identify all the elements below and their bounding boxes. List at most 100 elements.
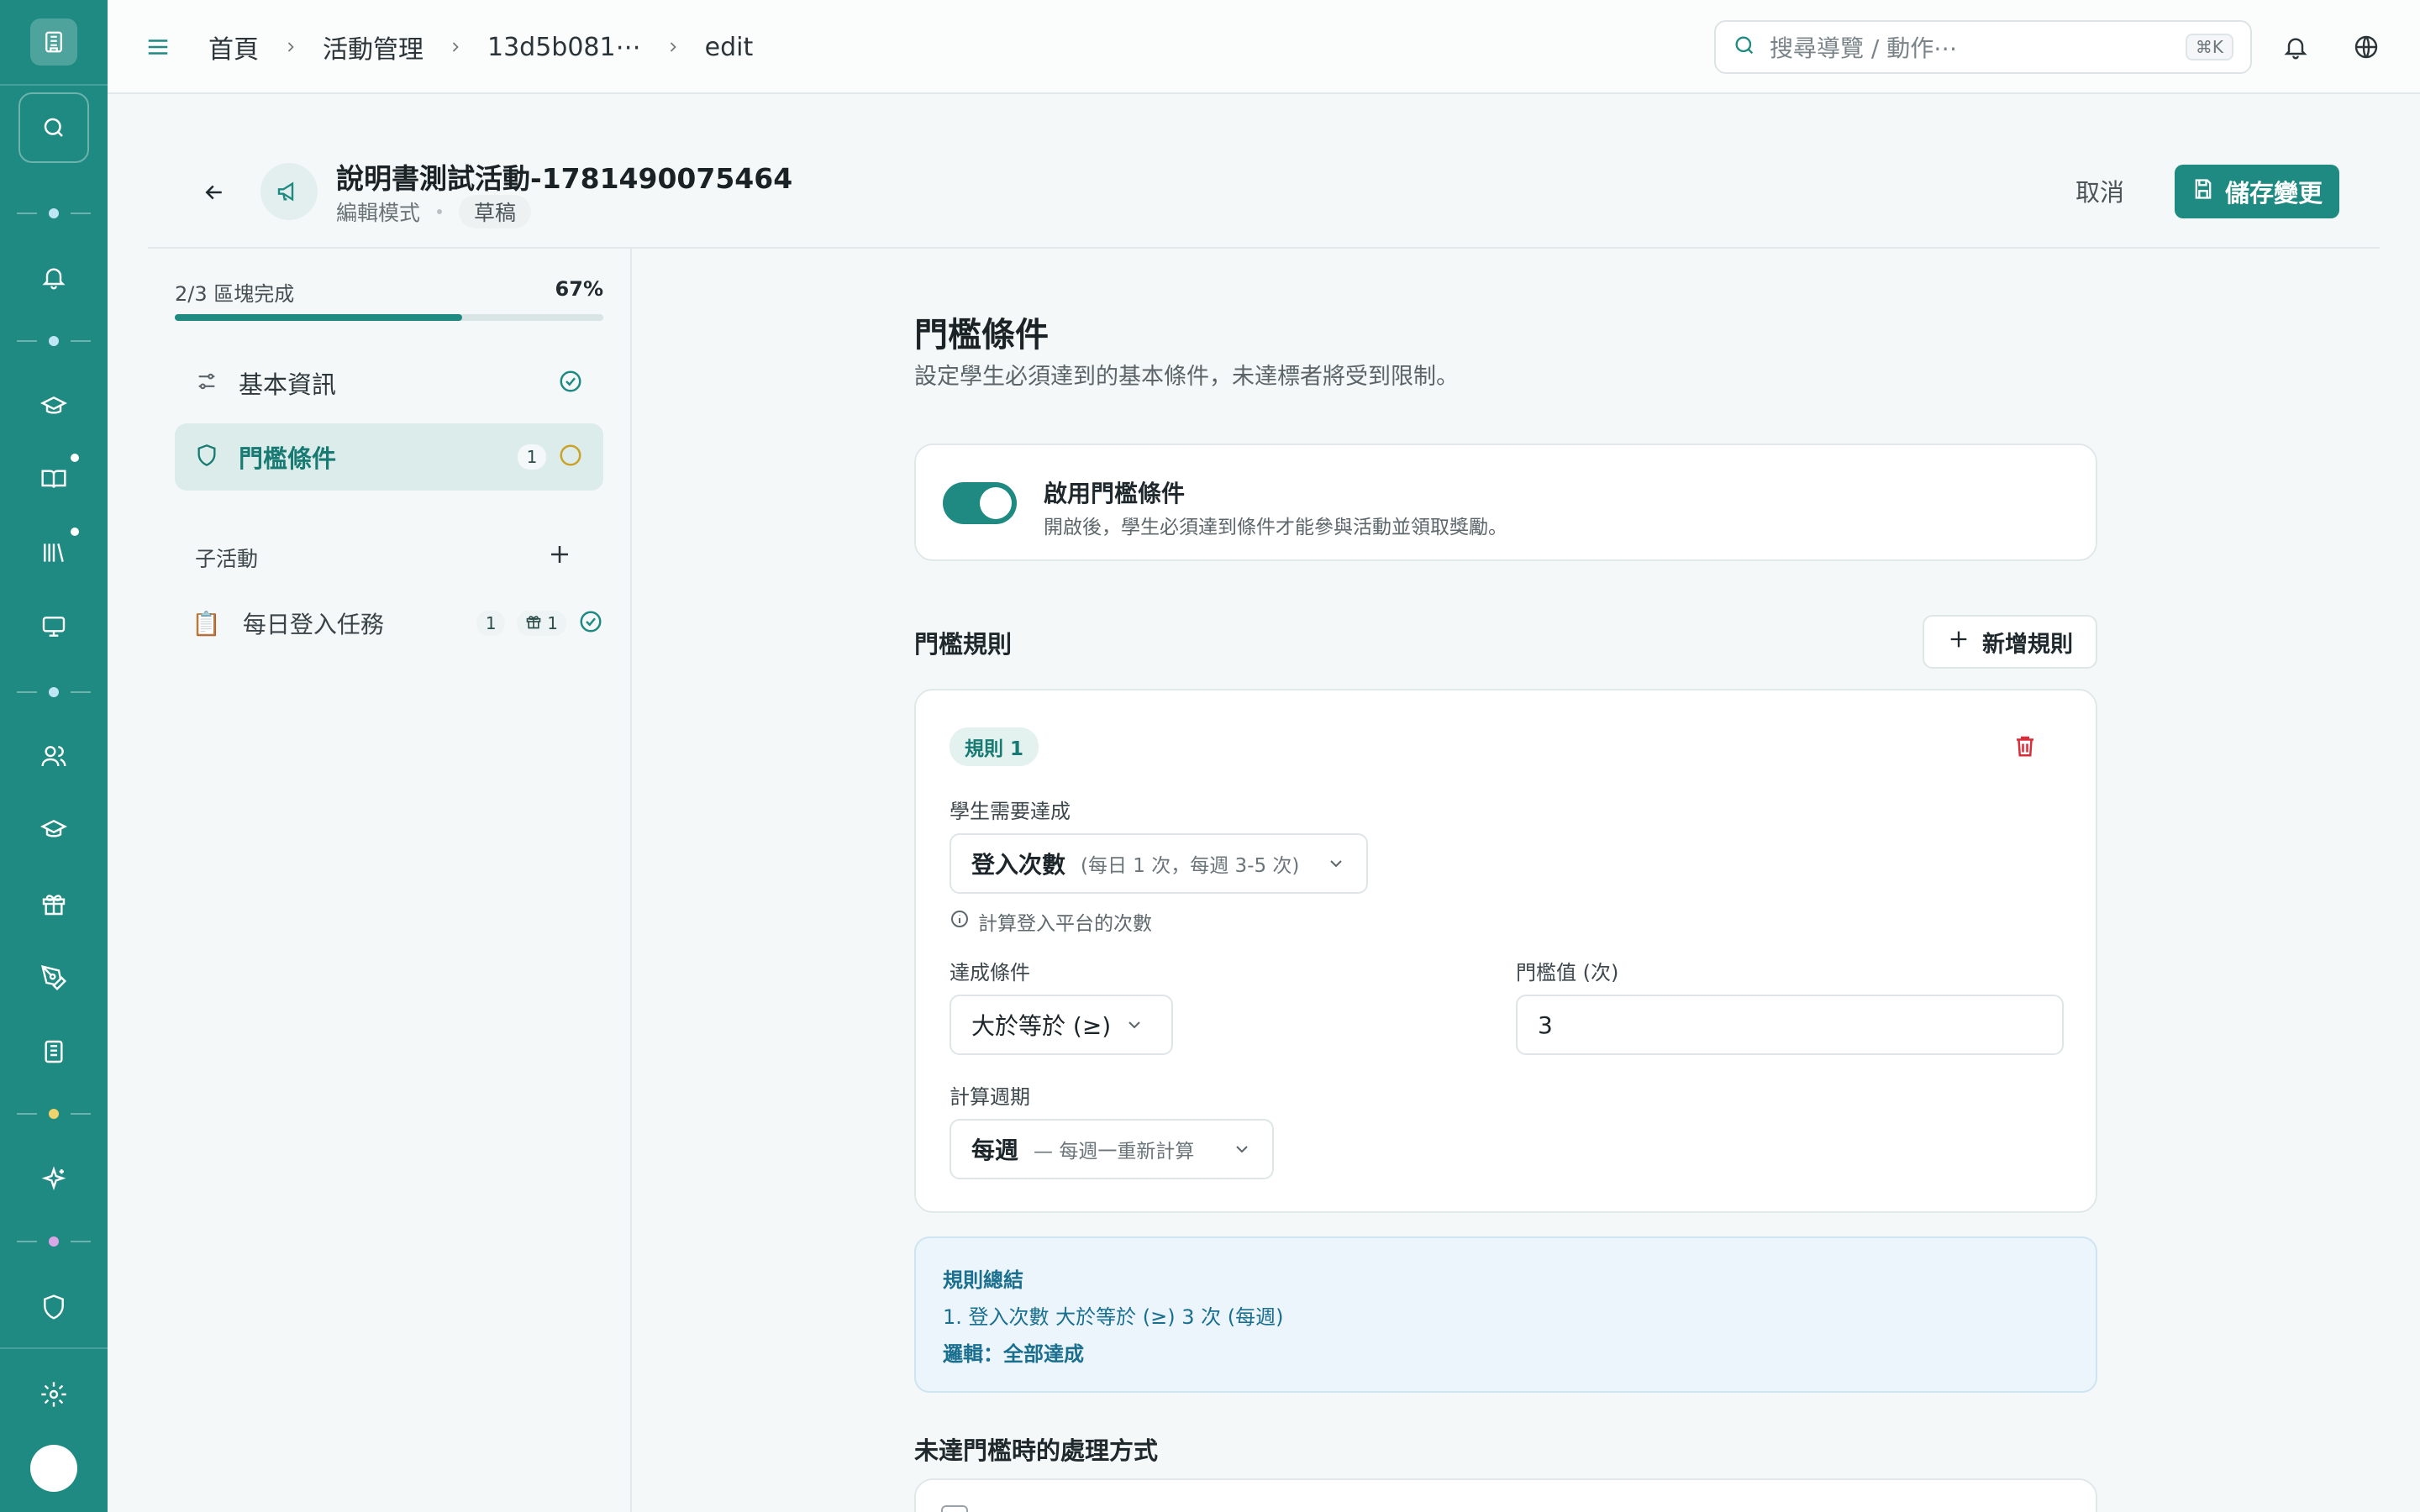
save-disk-icon bbox=[2191, 177, 2215, 207]
condition-select[interactable]: 大於等於 (≥) bbox=[950, 995, 1173, 1055]
rules-heading: 門檻規則 bbox=[914, 630, 1013, 659]
unmet-option-checkbox[interactable] bbox=[941, 1505, 968, 1512]
shield-icon[interactable] bbox=[34, 1287, 74, 1327]
metric-selected-value: 登入次數 bbox=[971, 851, 1066, 879]
add-rule-label: 新增規則 bbox=[1982, 631, 2073, 658]
section-item-threshold[interactable]: 門檻條件 1 bbox=[175, 423, 603, 491]
global-search-input[interactable]: 搜尋導覽 / 動作⋯ ⌘K bbox=[1714, 20, 2252, 74]
check-circle-icon bbox=[558, 369, 583, 397]
sparkles-icon[interactable] bbox=[34, 1159, 74, 1200]
cancel-button[interactable]: 取消 bbox=[2075, 173, 2124, 208]
breadcrumb-activity-id[interactable]: 13d5b081⋯ bbox=[487, 33, 641, 62]
search-icon bbox=[1733, 34, 1756, 60]
rail-search-button[interactable] bbox=[18, 92, 89, 163]
monitor-icon[interactable] bbox=[34, 606, 74, 647]
rule-count-badge: 1 bbox=[518, 444, 546, 470]
reward-count-badge: 1 bbox=[517, 611, 566, 636]
progress-bar bbox=[175, 314, 603, 321]
library-icon[interactable] bbox=[34, 533, 74, 573]
breadcrumb-home[interactable]: 首頁 bbox=[208, 29, 259, 66]
toggle-description: 開啟後，學生必須達到條件才能參與活動並領取獎勵。 bbox=[1044, 517, 1507, 538]
threshold-field-label: 門檻值 (次) bbox=[1516, 961, 1619, 984]
progress-label: 2/3 區塊完成 bbox=[175, 282, 295, 306]
globe-language-icon[interactable] bbox=[2346, 27, 2386, 67]
rule-summary-panel: 規則總結 1. 登入次數 大於等於 (≥) 3 次 (每週) 邏輯：全部達成 bbox=[914, 1236, 2097, 1393]
breadcrumb-activity-management[interactable]: 活動管理 bbox=[323, 29, 424, 66]
app-rail bbox=[0, 0, 108, 1512]
breadcrumb: 首頁 活動管理 13d5b081⋯ edit bbox=[208, 27, 753, 67]
back-button[interactable] bbox=[193, 171, 235, 213]
pending-circle-icon bbox=[558, 443, 583, 471]
save-changes-button[interactable]: 儲存變更 bbox=[2175, 165, 2339, 218]
section-item-basic-info[interactable]: 基本資訊 bbox=[175, 349, 603, 417]
chevron-right-icon bbox=[282, 39, 299, 55]
users-icon[interactable] bbox=[34, 736, 74, 776]
search-shortcut-badge: ⌘K bbox=[2185, 34, 2233, 60]
rail-divider bbox=[0, 1347, 108, 1349]
section-item-label: 基本資訊 bbox=[239, 370, 337, 399]
notifications-bell-icon[interactable] bbox=[2275, 27, 2316, 67]
summary-rule-line: 1. 登入次數 大於等於 (≥) 3 次 (每週) bbox=[943, 1305, 1284, 1329]
delete-rule-trash-icon[interactable] bbox=[2008, 729, 2042, 763]
megaphone-icon bbox=[260, 163, 318, 220]
metric-info: 計算登入平台的次數 bbox=[950, 907, 1152, 936]
summary-logic: 邏輯：全部達成 bbox=[943, 1342, 1084, 1366]
rail-group-separator bbox=[17, 208, 91, 218]
app-logo-icon[interactable] bbox=[30, 18, 77, 66]
gift-icon[interactable] bbox=[34, 884, 74, 924]
settings-gear-icon[interactable] bbox=[34, 1374, 74, 1415]
sub-activity-item[interactable]: 📋 每日登入任務 1 1 bbox=[192, 598, 603, 648]
notification-dot bbox=[71, 454, 79, 462]
chevron-down-icon bbox=[1232, 1139, 1252, 1159]
condition-selected-value: 大於等於 (≥) bbox=[971, 1012, 1112, 1040]
progress-percent: 67% bbox=[555, 277, 603, 301]
check-circle-icon bbox=[578, 609, 603, 638]
period-select[interactable]: 每週 — 每週一重新計算 bbox=[950, 1119, 1274, 1179]
sub-activities-heading: 子活動 bbox=[195, 547, 259, 571]
threshold-value-input[interactable] bbox=[1516, 995, 2064, 1055]
chevron-down-icon bbox=[1326, 853, 1346, 874]
period-field-label: 計算週期 bbox=[950, 1085, 1030, 1109]
condition-field-label: 達成條件 bbox=[950, 961, 1030, 984]
status-badge: 草稿 bbox=[459, 195, 532, 228]
rail-group-separator bbox=[17, 687, 91, 697]
menu-toggle-button[interactable] bbox=[141, 30, 175, 64]
plus-icon bbox=[1947, 627, 1970, 657]
page-subtitle: 編輯模式 草稿 bbox=[336, 195, 532, 228]
toggle-title: 啟用門檻條件 bbox=[1044, 480, 1186, 507]
enable-threshold-toggle[interactable] bbox=[943, 482, 1017, 524]
reward-count: 1 bbox=[547, 613, 558, 633]
period-hint: — 每週一重新計算 bbox=[1034, 1141, 1195, 1163]
rail-group-separator bbox=[17, 1236, 91, 1247]
bell-icon[interactable] bbox=[34, 257, 74, 297]
page-title: 說明書測試活動-1781490075464 bbox=[336, 162, 793, 195]
clipboard-icon: 📋 bbox=[192, 609, 221, 638]
user-avatar[interactable] bbox=[30, 1445, 77, 1492]
building-icon[interactable] bbox=[34, 1032, 74, 1072]
book-icon[interactable] bbox=[34, 459, 74, 499]
metric-field-label: 學生需要達成 bbox=[950, 800, 1071, 823]
gift-icon bbox=[525, 613, 542, 634]
sub-activity-label: 每日登入任務 bbox=[242, 611, 384, 638]
top-bar: 首頁 活動管理 13d5b081⋯ edit 搜尋導覽 / 動作⋯ ⌘K bbox=[108, 0, 2420, 94]
add-rule-button[interactable]: 新增規則 bbox=[1923, 615, 2097, 669]
breadcrumb-current: edit bbox=[704, 32, 754, 62]
rail-divider bbox=[0, 84, 108, 86]
section-navigation-panel: 2/3 區塊完成 67% 基本資訊 門檻條件 1 子活動 📋 每日登入任務 1 … bbox=[148, 249, 632, 1512]
period-selected-value: 每週 bbox=[971, 1137, 1019, 1164]
metric-select[interactable]: 登入次數 (每日 1 次，每週 3-5 次) bbox=[950, 833, 1368, 894]
metric-hint: (每日 1 次，每週 3-5 次) bbox=[1081, 855, 1300, 877]
add-sub-activity-button[interactable] bbox=[543, 538, 576, 571]
save-button-label: 儲存變更 bbox=[2224, 179, 2323, 207]
section-title: 門檻條件 bbox=[914, 316, 1049, 354]
graduation-cap-icon[interactable] bbox=[34, 810, 74, 850]
task-count-badge: 1 bbox=[476, 611, 506, 636]
sliders-icon bbox=[195, 370, 218, 396]
rail-group-separator bbox=[17, 1109, 91, 1119]
chevron-down-icon bbox=[1124, 1015, 1144, 1035]
graduation-cap-icon[interactable] bbox=[34, 386, 74, 427]
enable-threshold-card: 啟用門檻條件 開啟後，學生必須達到條件才能參與活動並領取獎勵。 bbox=[914, 444, 2097, 561]
shield-icon bbox=[195, 444, 218, 470]
info-icon bbox=[950, 909, 970, 934]
pen-tool-icon[interactable] bbox=[34, 958, 74, 998]
